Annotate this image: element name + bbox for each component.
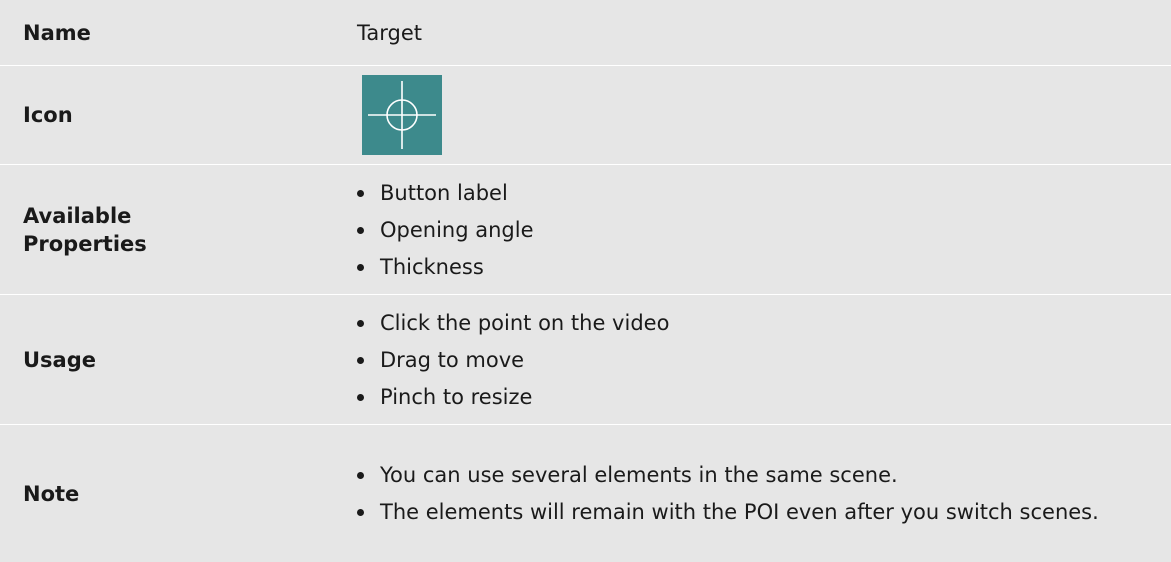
usage-value: Click the point on the video Drag to mov… [330, 300, 1171, 420]
available-properties-label: Available Properties [0, 202, 330, 258]
note-value: You can use several elements in the same… [330, 452, 1171, 535]
list-item: Drag to move [354, 346, 1171, 374]
list-item: Click the point on the video [354, 309, 1171, 337]
usage-list: Click the point on the video Drag to mov… [354, 309, 1171, 411]
list-item: Opening angle [354, 216, 1171, 244]
properties-list: Button label Opening angle Thickness [354, 179, 1171, 281]
element-info-table: Name Target Icon Available Properties Bu… [0, 0, 1171, 562]
list-item: You can use several elements in the same… [354, 461, 1171, 489]
row-icon: Icon [0, 66, 1171, 165]
list-item: Pinch to resize [354, 383, 1171, 411]
row-name: Name Target [0, 0, 1171, 66]
available-properties-label-line2: Properties [23, 231, 147, 256]
list-item: The elements will remain with the POI ev… [354, 498, 1171, 526]
crosshair-icon-graphic [368, 81, 436, 149]
row-note: Note You can use several elements in the… [0, 425, 1171, 562]
available-properties-label-line1: Available [23, 203, 132, 228]
available-properties-value: Button label Opening angle Thickness [330, 170, 1171, 290]
list-item: Button label [354, 179, 1171, 207]
usage-label: Usage [23, 347, 96, 372]
icon-value [330, 75, 1171, 155]
icon-label: Icon [23, 103, 73, 127]
name-label: Name [23, 20, 91, 45]
row-usage: Usage Click the point on the video Drag … [0, 295, 1171, 425]
note-list: You can use several elements in the same… [354, 461, 1171, 526]
list-item: Thickness [354, 253, 1171, 281]
crosshair-icon [362, 75, 442, 155]
row-available-properties: Available Properties Button label Openin… [0, 165, 1171, 295]
note-label: Note [23, 481, 80, 506]
name-value: Target [357, 20, 422, 45]
